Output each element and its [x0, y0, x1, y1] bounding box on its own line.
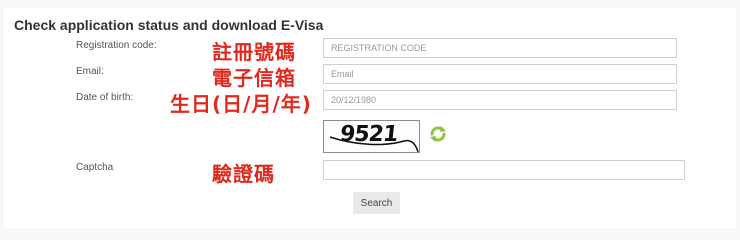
email-annotation: 電子信箱: [212, 66, 296, 90]
captcha-noise-line: [329, 136, 419, 152]
captcha-label: Captcha: [76, 162, 114, 173]
registration-code-label: Registration code:: [76, 40, 157, 51]
captcha-image: 9521: [323, 120, 420, 153]
search-button[interactable]: Search: [353, 192, 400, 214]
registration-code-input[interactable]: [323, 38, 677, 58]
refresh-icon[interactable]: [428, 124, 448, 144]
email-label: Email:: [76, 66, 104, 77]
date-of-birth-annotation: 生日(日/月/年): [170, 92, 312, 116]
registration-code-annotation: 註冊號碼: [212, 40, 296, 64]
page-title: Check application status and download E-…: [14, 17, 324, 33]
captcha-annotation: 驗證碼: [212, 162, 275, 186]
captcha-input[interactable]: [323, 160, 685, 180]
refresh-icon-graphic: [430, 126, 446, 142]
email-input[interactable]: [323, 64, 677, 84]
date-of-birth-label: Date of birth:: [76, 92, 134, 103]
date-of-birth-input[interactable]: [323, 90, 677, 110]
